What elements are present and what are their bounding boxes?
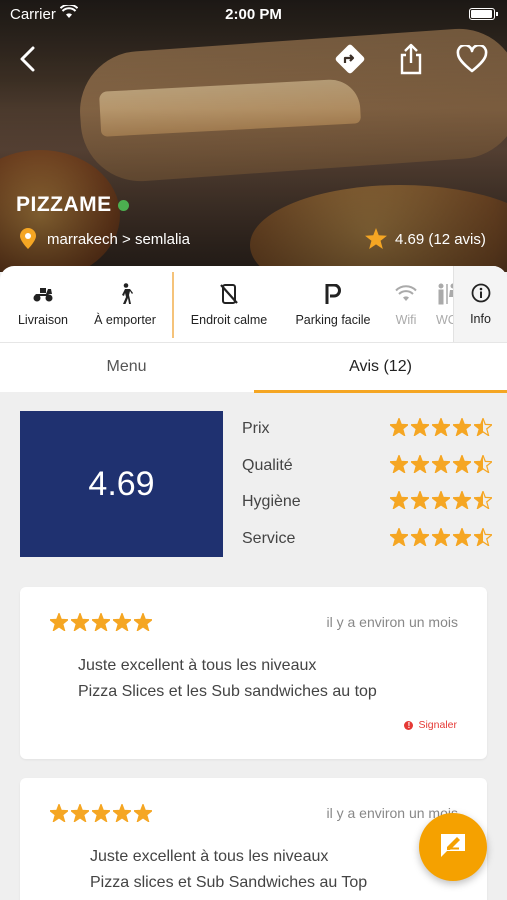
back-icon[interactable] bbox=[11, 42, 45, 76]
star-half-icon bbox=[474, 455, 492, 473]
feature-label: Endroit calme bbox=[190, 313, 268, 327]
review-stars bbox=[50, 613, 152, 631]
feature-delivery: Livraison bbox=[10, 266, 76, 342]
battery-icon bbox=[469, 8, 498, 20]
star-full-icon bbox=[50, 613, 68, 631]
star-full-icon bbox=[71, 804, 89, 822]
feature-takeaway: À emporter bbox=[86, 266, 164, 342]
divider bbox=[172, 272, 174, 338]
heart-icon[interactable] bbox=[455, 42, 489, 76]
criterion-label: Qualité bbox=[242, 457, 293, 474]
info-label: Info bbox=[470, 311, 491, 326]
tab-reviews[interactable]: Avis (12) bbox=[254, 343, 507, 393]
star-full-icon bbox=[390, 455, 408, 473]
status-bar: Carrier 2:00 PM bbox=[0, 0, 507, 28]
alert-icon: ! bbox=[404, 720, 414, 730]
star-rating bbox=[390, 455, 492, 473]
tab-menu[interactable]: Menu bbox=[0, 343, 253, 393]
feature-label: Livraison bbox=[17, 313, 69, 327]
overall-score: 4.69 bbox=[20, 411, 223, 557]
star-half-icon bbox=[474, 418, 492, 436]
criterion-row: Qualité bbox=[242, 455, 492, 479]
review-stars bbox=[50, 804, 152, 822]
review-line: Pizza Slices et les Sub sandwiches au to… bbox=[78, 683, 377, 700]
criterion-label: Hygiène bbox=[242, 493, 301, 510]
star-full-icon bbox=[50, 804, 68, 822]
walking-icon bbox=[117, 281, 133, 307]
criterion-label: Service bbox=[242, 530, 296, 547]
scooter-icon bbox=[32, 281, 54, 307]
clock: 2:00 PM bbox=[225, 6, 282, 23]
directions-icon[interactable] bbox=[333, 42, 367, 76]
star-full-icon bbox=[92, 613, 110, 631]
star-half-icon bbox=[474, 528, 492, 546]
star-rating bbox=[390, 491, 492, 509]
star-full-icon bbox=[411, 491, 429, 509]
report-button[interactable]: ! Signaler bbox=[404, 719, 457, 731]
write-review-icon bbox=[439, 832, 467, 863]
star-half-icon bbox=[474, 491, 492, 509]
star-full-icon bbox=[411, 455, 429, 473]
feature-label: Parking facile bbox=[295, 313, 371, 327]
criterion-label: Prix bbox=[242, 420, 270, 437]
star-full-icon bbox=[432, 491, 450, 509]
star-full-icon bbox=[453, 491, 471, 509]
star-full-icon bbox=[134, 804, 152, 822]
feature-parking: Parking facile bbox=[288, 266, 378, 342]
review-date: il y a environ un mois bbox=[326, 614, 458, 630]
star-full-icon bbox=[71, 613, 89, 631]
star-full-icon bbox=[134, 613, 152, 631]
criterion-row: Prix bbox=[242, 418, 492, 442]
star-full-icon bbox=[92, 804, 110, 822]
rating-summary: 4.69 (12 avis) bbox=[395, 231, 486, 248]
feature-label: Wifi bbox=[395, 313, 417, 327]
star-full-icon bbox=[113, 804, 131, 822]
parking-icon bbox=[325, 281, 341, 307]
star-full-icon bbox=[453, 528, 471, 546]
no-phone-icon bbox=[219, 281, 239, 307]
location-pin-icon bbox=[20, 228, 36, 254]
review-line: Juste excellent à tous les niveaux bbox=[78, 657, 317, 674]
online-status-dot bbox=[118, 200, 129, 211]
star-full-icon bbox=[453, 418, 471, 436]
report-label: Signaler bbox=[418, 719, 457, 731]
criterion-row: Service bbox=[242, 528, 492, 552]
star-full-icon bbox=[113, 613, 131, 631]
features-bar: Livraison À emporter Endroit calme Parki… bbox=[0, 266, 507, 342]
star-full-icon bbox=[390, 528, 408, 546]
review-text: Juste excellent à tous les niveaux Pizza… bbox=[90, 844, 367, 896]
review-line: Pizza slices et Sub Sandwiches au Top bbox=[90, 874, 368, 891]
review-card: il y a environ un mois Juste excellent à… bbox=[20, 587, 487, 759]
review-text: Juste excellent à tous les niveaux Pizza… bbox=[78, 653, 377, 705]
star-full-icon bbox=[432, 418, 450, 436]
restaurant-name: PIZZAME bbox=[16, 193, 112, 216]
star-full-icon bbox=[432, 455, 450, 473]
info-button[interactable]: Info bbox=[453, 266, 507, 342]
star-full-icon bbox=[453, 455, 471, 473]
feature-wifi: Wifi bbox=[388, 266, 424, 342]
share-icon[interactable] bbox=[394, 42, 428, 76]
location-label[interactable]: marrakech > semlalia bbox=[47, 231, 190, 248]
star-full-icon bbox=[411, 418, 429, 436]
review-line: Juste excellent à tous les niveaux bbox=[90, 848, 329, 865]
star-icon bbox=[365, 228, 387, 254]
review-card: il y a environ un mois Juste excellent à… bbox=[20, 778, 487, 900]
write-review-button[interactable] bbox=[419, 813, 487, 881]
star-rating bbox=[390, 418, 492, 436]
info-icon bbox=[471, 283, 491, 306]
star-full-icon bbox=[432, 528, 450, 546]
star-rating bbox=[390, 528, 492, 546]
star-full-icon bbox=[390, 418, 408, 436]
criterion-row: Hygiène bbox=[242, 491, 492, 515]
tab-bar: Menu Avis (12) bbox=[0, 342, 507, 393]
feature-quiet: Endroit calme bbox=[182, 266, 276, 342]
star-full-icon bbox=[411, 528, 429, 546]
feature-label: À emporter bbox=[94, 313, 156, 327]
star-full-icon bbox=[390, 491, 408, 509]
wifi-icon bbox=[395, 281, 417, 307]
